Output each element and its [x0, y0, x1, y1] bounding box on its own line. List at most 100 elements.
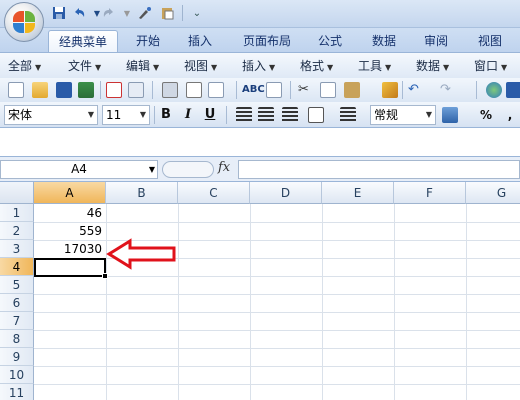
row-header-8[interactable]: 8 [0, 330, 34, 348]
hyperlink-globe-icon[interactable] [486, 82, 502, 98]
cut-icon[interactable]: ✂ [298, 82, 314, 98]
row-header-2[interactable]: 2 [0, 222, 34, 240]
row-header-5[interactable]: 5 [0, 276, 34, 294]
research-icon[interactable] [266, 82, 282, 98]
row-header-3[interactable]: 3 [0, 240, 34, 258]
chevron-down-icon: ▼ [87, 110, 95, 119]
gridline [250, 204, 251, 400]
redo-icon[interactable]: ↷ [440, 82, 456, 98]
tab-home[interactable]: 开始 [126, 30, 170, 52]
paste-icon[interactable] [344, 82, 360, 98]
percent-style-button[interactable]: % [476, 106, 496, 124]
menu-window-label: 窗口 [474, 59, 499, 73]
menu-data-label: 数据 [416, 59, 441, 73]
align-center-icon[interactable] [258, 107, 274, 123]
fill-handle[interactable] [102, 273, 108, 279]
save-as-icon[interactable] [78, 82, 94, 98]
comma-style-button[interactable]: , [500, 106, 520, 124]
tab-page-layout[interactable]: 页面布局 [232, 30, 302, 52]
open-folder-icon[interactable] [32, 82, 48, 98]
menu-format-label: 格式 [300, 59, 325, 73]
autosum-icon[interactable] [506, 82, 520, 98]
title-bar: ▼ ▼ ⌄ [0, 0, 520, 28]
redo-dropdown-icon[interactable]: ▼ [118, 4, 136, 22]
active-cell-a4[interactable] [34, 258, 106, 277]
column-header-d[interactable]: D [250, 182, 322, 204]
menu-all-label: 全部 [8, 59, 33, 73]
spelling-icon[interactable]: ABC [242, 82, 265, 98]
menu-edit[interactable]: 编辑 ▼ [126, 58, 159, 74]
menu-insert[interactable]: 插入 ▼ [242, 58, 275, 74]
tab-view[interactable]: 视图 [468, 30, 512, 52]
font-name-select[interactable]: 宋体 ▼ [4, 105, 98, 125]
toolbar-separator [152, 81, 153, 99]
align-left-icon[interactable] [236, 107, 252, 123]
permission-icon[interactable] [128, 82, 144, 98]
italic-button[interactable]: I [178, 106, 198, 124]
column-header-b[interactable]: B [106, 182, 178, 204]
print-icon[interactable] [162, 82, 178, 98]
column-header-c[interactable]: C [178, 182, 250, 204]
align-right-icon[interactable] [282, 107, 298, 123]
tab-formulas[interactable]: 公式 [308, 30, 352, 52]
menu-tools[interactable]: 工具 ▼ [358, 58, 391, 74]
bold-button[interactable]: B [156, 106, 176, 124]
cell-a2[interactable]: 559 [34, 222, 106, 240]
tab-insert[interactable]: 插入 [178, 30, 222, 52]
page-setup-icon[interactable] [208, 82, 224, 98]
number-format-select[interactable]: 常规 ▼ [370, 105, 436, 125]
undo-icon[interactable]: ↶ [408, 82, 424, 98]
format-painter-icon[interactable] [136, 4, 154, 22]
cell-a1[interactable]: 46 [34, 204, 106, 222]
cell-a3[interactable]: 17030 [34, 240, 106, 258]
row-header-1[interactable]: 1 [0, 204, 34, 222]
name-box[interactable]: A4 ▼ [0, 160, 158, 179]
pdf-icon[interactable] [106, 82, 122, 98]
customize-quick-access-icon[interactable]: ⌄ [188, 4, 206, 22]
undo-icon[interactable] [70, 4, 88, 22]
row-header-9[interactable]: 9 [0, 348, 34, 366]
redo-icon[interactable] [100, 4, 118, 22]
menu-all[interactable]: 全部 ▼ [8, 58, 41, 74]
print-preview-icon[interactable] [186, 82, 202, 98]
menu-data[interactable]: 数据 ▼ [416, 58, 449, 74]
menu-view[interactable]: 视图 ▼ [184, 58, 217, 74]
column-header-f[interactable]: F [394, 182, 466, 204]
tab-data[interactable]: 数据 [362, 30, 406, 52]
menu-file[interactable]: 文件 ▼ [68, 58, 101, 74]
formula-bar-handle[interactable] [162, 161, 214, 178]
column-header-a[interactable]: A [34, 182, 106, 204]
row-header-7[interactable]: 7 [0, 312, 34, 330]
column-header-e[interactable]: E [322, 182, 394, 204]
insert-function-button[interactable]: fx [218, 160, 230, 175]
standard-toolbar: ABC ✂ ↶ ↷ [0, 78, 520, 102]
format-painter-icon[interactable] [382, 82, 398, 98]
formula-bar: A4 ▼ fx [0, 156, 520, 182]
merge-center-icon[interactable] [308, 107, 324, 123]
underline-button[interactable]: U [200, 106, 220, 124]
font-size-select[interactable]: 11 ▼ [102, 105, 150, 125]
column-header-g[interactable]: G [466, 182, 520, 204]
gridline [178, 204, 179, 400]
office-button[interactable] [4, 2, 44, 42]
new-document-icon[interactable] [8, 82, 24, 98]
chevron-down-icon: ▼ [269, 63, 276, 72]
menu-format[interactable]: 格式 ▼ [300, 58, 333, 74]
tab-classic-menu[interactable]: 经典菜单 [48, 30, 118, 52]
tab-review[interactable]: 审阅 [414, 30, 458, 52]
quick-access-separator [182, 5, 183, 21]
row-header-6[interactable]: 6 [0, 294, 34, 312]
accounting-format-icon[interactable] [442, 107, 458, 123]
save-icon[interactable] [56, 82, 72, 98]
row-header-4[interactable]: 4 [0, 258, 34, 276]
paste-icon[interactable] [158, 4, 176, 22]
menu-window[interactable]: 窗口 ▼ [474, 58, 507, 74]
chevron-down-icon: ▼ [211, 63, 218, 72]
save-icon[interactable] [50, 4, 68, 22]
row-header-11[interactable]: 11 [0, 384, 34, 400]
row-header-10[interactable]: 10 [0, 366, 34, 384]
wrap-text-icon[interactable] [340, 107, 356, 123]
select-all-corner[interactable] [0, 182, 34, 204]
copy-icon[interactable] [320, 82, 336, 98]
formula-input[interactable] [238, 160, 520, 179]
